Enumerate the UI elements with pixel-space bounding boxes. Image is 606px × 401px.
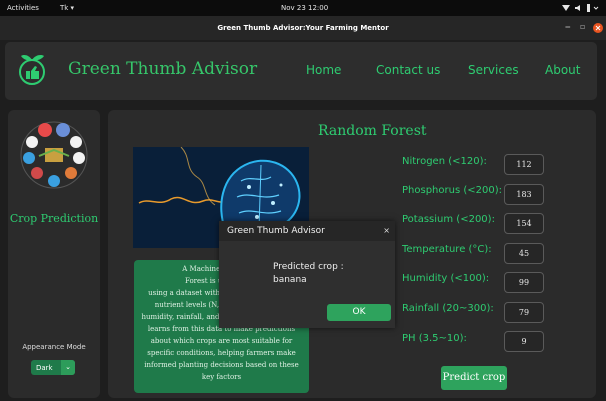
appearance-mode-label: Appearance Mode (22, 343, 86, 351)
clock[interactable]: Nov 23 12:00 (281, 4, 328, 12)
description-line: informed planting decisions based on the… (144, 361, 299, 369)
activities-button[interactable]: Activities (7, 4, 39, 12)
phosphorus-input[interactable]: 183 (504, 184, 544, 205)
potassium-label: Potassium (<200): (402, 214, 495, 225)
dialog-title: Green Thumb Advisor (227, 226, 325, 236)
predict-crop-button[interactable]: Predict crop (441, 366, 507, 390)
maximize-button[interactable]: ▫ (580, 22, 585, 31)
volume-icon (575, 5, 580, 11)
nav-contact-us[interactable]: Contact us (376, 63, 440, 77)
dialog-message: Predicted crop : banana (273, 261, 344, 287)
rainfall-input[interactable]: 79 (504, 302, 544, 323)
nav-about[interactable]: About (545, 63, 580, 77)
dialog-message-line: Predicted crop : (273, 262, 344, 272)
nav-home[interactable]: Home (306, 63, 341, 77)
temperature-label: Temperature (°C): (402, 244, 492, 255)
prediction-dialog: Green Thumb Advisor × Predicted crop : b… (219, 221, 395, 328)
appearance-mode-dropdown[interactable]: Dark ⌄ (31, 360, 75, 375)
crop-prediction-icon[interactable] (19, 120, 89, 190)
chevron-down-icon[interactable]: ⌄ (61, 360, 75, 375)
app-window: Green Thumb Advisor Home Contact us Serv… (0, 40, 606, 401)
description-line: about which crops are most suitable for (150, 337, 293, 345)
ph-label: PH (3.5~10): (402, 333, 467, 344)
humidity-input[interactable]: 99 (504, 272, 544, 293)
nav-services[interactable]: Services (468, 63, 519, 77)
chevron-down-icon (593, 6, 599, 10)
window-title: Green Thumb Advisor:Your Farming Mentor (217, 24, 389, 32)
model-title: Random Forest (318, 123, 427, 139)
humidity-label: Humidity (<100): (402, 273, 490, 284)
ok-button[interactable]: OK (327, 304, 391, 321)
app-menu[interactable]: Tk ▾ (60, 4, 74, 12)
temperature-input[interactable]: 45 (504, 243, 544, 264)
dialog-titlebar[interactable]: Green Thumb Advisor × (219, 221, 395, 241)
nitrogen-input[interactable]: 112 (504, 154, 544, 175)
predicted-crop-value: banana (273, 275, 307, 285)
rainfall-label: Rainfall (20~300): (402, 303, 494, 314)
description-line: key factors (201, 373, 242, 381)
system-tray-icons[interactable] (561, 3, 601, 13)
minimize-button[interactable]: ‒ (565, 22, 571, 31)
dialog-close-icon[interactable]: × (383, 226, 390, 235)
phosphorus-label: Phosphorus (<200): (402, 185, 502, 196)
appearance-mode-value: Dark (36, 364, 53, 372)
potassium-input[interactable]: 154 (504, 213, 544, 234)
wifi-icon (562, 5, 570, 11)
nitrogen-label: Nitrogen (<120): (402, 156, 487, 167)
battery-icon (587, 4, 590, 12)
app-title: Green Thumb Advisor (68, 59, 258, 79)
description-line: specific conditions, helping farmers mak… (147, 349, 296, 357)
system-top-bar: Activities Tk ▾ Nov 23 12:00 (0, 0, 606, 16)
header-bar: Green Thumb Advisor Home Contact us Serv… (5, 42, 597, 100)
ph-input[interactable]: 9 (504, 331, 544, 352)
window-titlebar: Green Thumb Advisor:Your Farming Mentor … (0, 16, 606, 40)
close-button[interactable] (593, 23, 603, 33)
crop-prediction-label[interactable]: Crop Prediction (8, 212, 100, 225)
thumbs-up-plant-logo-icon (19, 55, 45, 85)
sidebar: Crop Prediction Appearance Mode Dark ⌄ (8, 110, 100, 398)
